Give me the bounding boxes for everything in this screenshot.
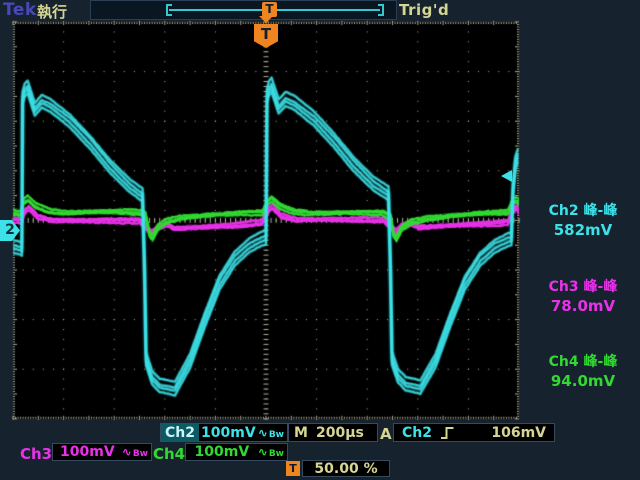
tek-logo: Tek (3, 0, 37, 20)
trigger-level-arrow-icon[interactable] (501, 170, 512, 182)
display-window-right-bracket (378, 4, 384, 16)
trigger-mode-label: A (380, 425, 392, 443)
ch3-label[interactable]: Ch3 (20, 445, 52, 463)
measurement-value: 94.0mV (528, 372, 638, 390)
ch3-scale-value: 100mV (53, 444, 122, 460)
ch4-label[interactable]: Ch4 (153, 445, 185, 463)
acquisition-preview-bar: T (90, 0, 397, 20)
ch3-readout-box[interactable]: 100mV ∿Bw (52, 443, 152, 461)
trigger-pointer-down-icon (259, 16, 273, 23)
ch2-selected-tab[interactable]: Ch2 (161, 424, 199, 441)
measurement-type: 峰-峰 (584, 203, 618, 219)
measurement-channel: Ch2 (549, 203, 579, 219)
ch2-readout-box[interactable]: Ch2 100mV ∿Bw (160, 423, 288, 442)
measurement-type: 峰-峰 (584, 279, 618, 295)
run-status-label: 執行 (37, 1, 67, 22)
trigger-readout-box[interactable]: Ch2 106mV (393, 423, 555, 442)
ch2-coupling-icon: ∿ (258, 426, 268, 440)
waveform-canvas (0, 0, 640, 480)
rising-slope-icon (440, 426, 455, 440)
measurement-ch3-pkpk: Ch3 峰-峰 78.0mV (528, 276, 638, 315)
measurement-channel: Ch3 (549, 279, 579, 295)
timebase-label: M (294, 425, 308, 441)
measurement-ch2-pkpk: Ch2 峰-峰 582mV (528, 200, 638, 239)
timebase-value: 200µs (308, 425, 372, 441)
ch4-scale-value: 100mV (186, 444, 258, 460)
measurement-ch4-pkpk: Ch4 峰-峰 94.0mV (528, 351, 638, 390)
ch4-coupling-icon: ∿ (258, 445, 268, 459)
ch3-coupling-icon: ∿ (122, 445, 132, 459)
trigger-status-label: Trig'd (399, 1, 449, 19)
trigger-position-value: 50.00 % (314, 461, 377, 477)
trigger-t-icon: T (254, 24, 278, 48)
display-window-left-bracket (166, 4, 172, 16)
trigger-position-chip-icon: T (286, 461, 300, 476)
ch2-scale-value: 100mV (199, 425, 258, 441)
oscilloscope-screen: Tek 執行 T Trig'd T 2 Ch2 峰-峰 582mV Ch3 峰-… (0, 0, 640, 480)
trigger-level-value: 106mV (463, 425, 546, 441)
measurement-type: 峰-峰 (584, 354, 618, 370)
ch3-bandwidth-icon: Bw (133, 449, 148, 459)
ch4-bandwidth-icon: Bw (269, 449, 284, 459)
timebase-readout-box[interactable]: M 200µs (288, 423, 378, 442)
trigger-position-marker[interactable]: T (254, 15, 278, 48)
measurement-value: 78.0mV (528, 297, 638, 315)
ch4-readout-box[interactable]: 100mV ∿Bw (185, 443, 288, 461)
ch2-bandwidth-icon: Bw (269, 430, 284, 440)
measurement-value: 582mV (528, 221, 638, 239)
measurement-channel: Ch4 (549, 354, 579, 370)
trigger-position-readout-box[interactable]: 50.00 % (302, 460, 390, 477)
trigger-source-label: Ch2 (402, 425, 432, 441)
